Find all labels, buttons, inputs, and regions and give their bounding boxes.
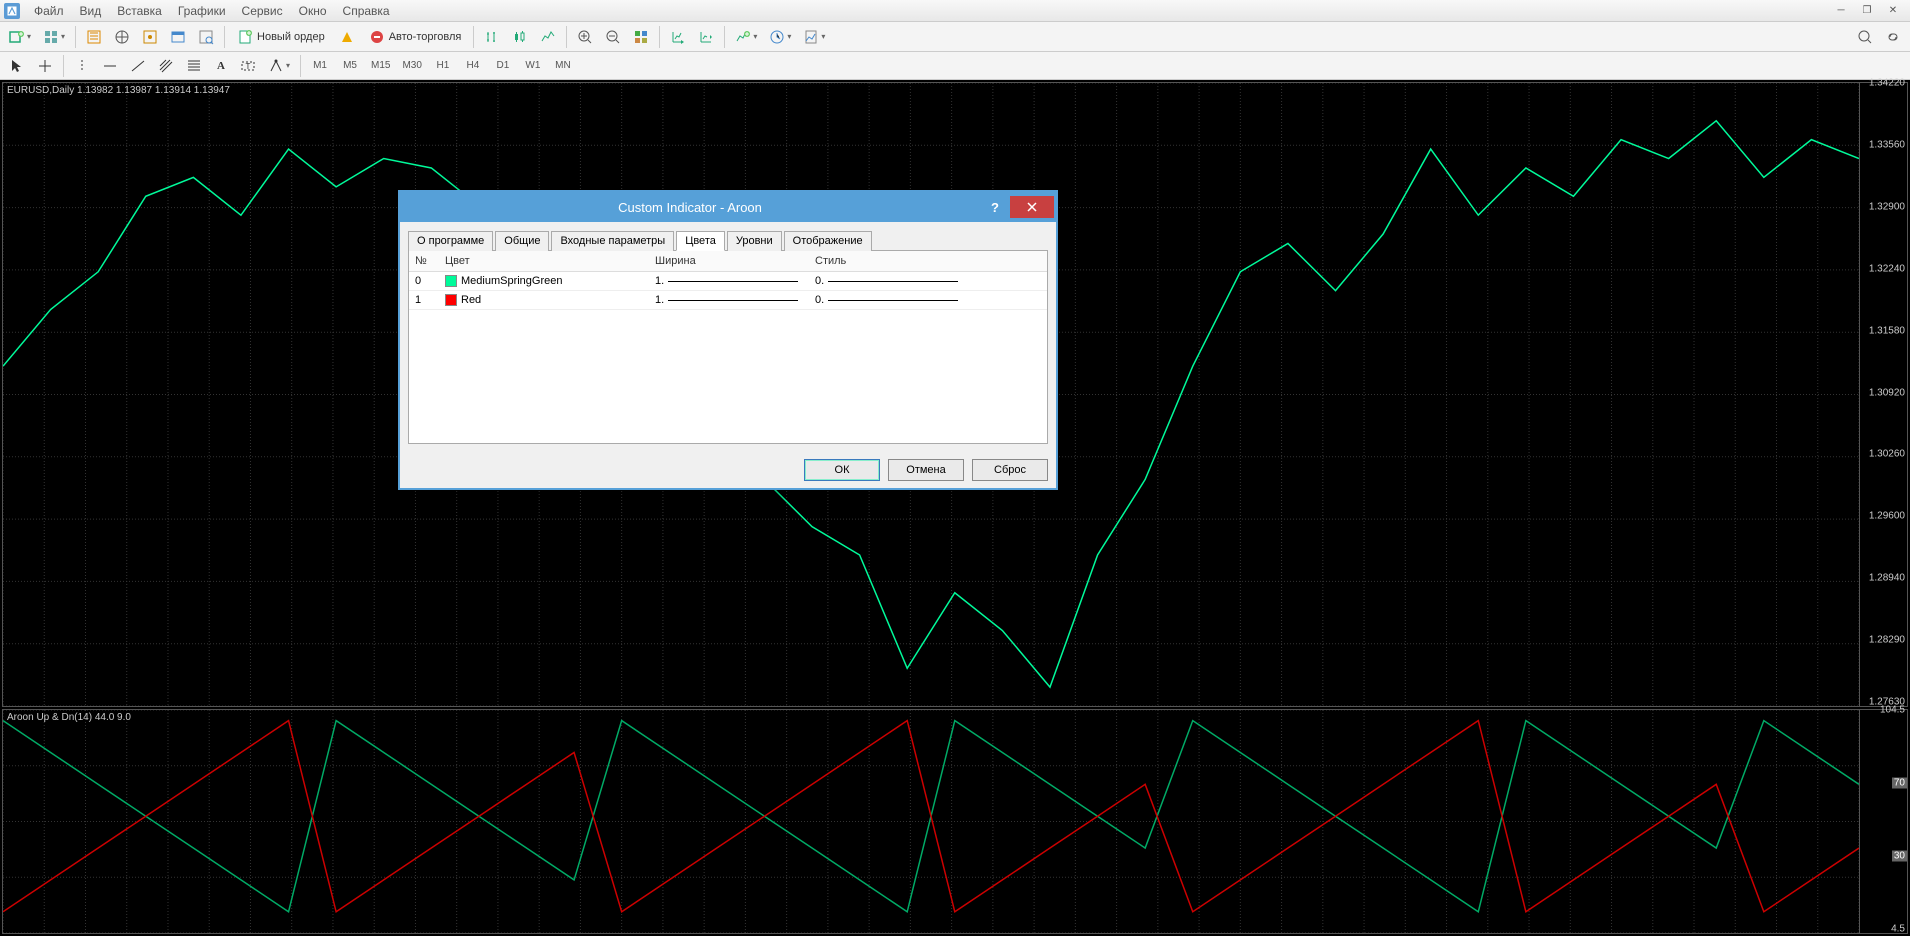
app-icon [4, 3, 20, 19]
trend-line-button[interactable] [125, 54, 151, 78]
colors-tab-content: № Цвет Ширина Стиль 0 MediumSpringGreen … [408, 250, 1048, 444]
candle-chart-button[interactable] [507, 25, 533, 49]
text-button[interactable]: A [209, 54, 233, 78]
chart-shift-button[interactable] [693, 25, 719, 49]
dialog-footer: ОК Отмена Сброс [400, 452, 1056, 488]
indicators-button[interactable]: ▾ [730, 25, 762, 49]
main-toolbar: ▾ ▾ Новый ордер Авто-торговля ▾ ▾ ▾ [0, 22, 1910, 52]
line-chart-button[interactable] [535, 25, 561, 49]
dialog-tabs: О программе Общие Входные параметры Цвет… [408, 230, 1048, 250]
col-style[interactable]: Стиль [809, 251, 1047, 272]
periodicity-button[interactable]: ▾ [764, 25, 796, 49]
main-chart-label: EURUSD,Daily 1.13982 1.13987 1.13914 1.1… [7, 85, 230, 96]
tab-levels[interactable]: Уровни [727, 231, 782, 251]
navigator-button[interactable] [109, 25, 135, 49]
fibonacci-button[interactable] [181, 54, 207, 78]
profiles-button[interactable]: ▾ [38, 25, 70, 49]
menu-service[interactable]: Сервис [234, 2, 291, 20]
market-watch-button[interactable] [81, 25, 107, 49]
autotrading-button[interactable]: Авто-торговля [362, 25, 469, 49]
indicator-chart-label: Aroon Up & Dn(14) 44.0 9.0 [7, 712, 131, 723]
terminal-button[interactable] [165, 25, 191, 49]
search-icon[interactable] [1852, 25, 1878, 49]
help-button[interactable]: ? [980, 196, 1010, 218]
new-order-button[interactable]: Новый ордер [230, 25, 332, 49]
equidistant-button[interactable] [153, 54, 179, 78]
timeframe-mn[interactable]: MN [549, 55, 577, 77]
zoom-in-button[interactable] [572, 25, 598, 49]
timeframe-d1[interactable]: D1 [489, 55, 517, 77]
auto-scroll-button[interactable] [665, 25, 691, 49]
text-label-button[interactable]: T [235, 54, 261, 78]
timeframe-m15[interactable]: M15 [366, 55, 395, 77]
reset-button[interactable]: Сброс [972, 459, 1048, 481]
draw-toolbar: A T ▾ M1 M5 M15 M30 H1 H4 D1 W1 MN [0, 52, 1910, 80]
dialog-title: Custom Indicator - Aroon [400, 200, 980, 215]
menu-charts[interactable]: Графики [170, 2, 234, 20]
bar-chart-button[interactable] [479, 25, 505, 49]
timeframe-m5[interactable]: M5 [336, 55, 364, 77]
autotrading-label: Авто-торговля [389, 31, 462, 43]
horizontal-line-button[interactable] [97, 54, 123, 78]
new-chart-button[interactable]: ▾ [4, 25, 36, 49]
menu-window[interactable]: Окно [291, 2, 335, 20]
tile-windows-button[interactable] [628, 25, 654, 49]
strategy-tester-button[interactable] [193, 25, 219, 49]
menu-help[interactable]: Справка [335, 2, 398, 20]
svg-text:T: T [246, 62, 251, 71]
indicator-dialog: Custom Indicator - Aroon ? О программе О… [398, 190, 1058, 490]
tab-inputs[interactable]: Входные параметры [551, 231, 674, 251]
close-icon[interactable] [1010, 196, 1054, 218]
menu-file[interactable]: Файл [26, 2, 72, 20]
timeframe-w1[interactable]: W1 [519, 55, 547, 77]
vertical-line-button[interactable] [69, 54, 95, 78]
timeframe-h1[interactable]: H1 [429, 55, 457, 77]
col-color[interactable]: Цвет [439, 251, 649, 272]
indicator-chart[interactable]: Aroon Up & Dn(14) 44.0 9.0 104.570304.5 [2, 709, 1908, 934]
col-index[interactable]: № [409, 251, 439, 272]
table-row[interactable]: 1 Red 1. 0. [409, 291, 1047, 310]
data-window-button[interactable] [137, 25, 163, 49]
menu-insert[interactable]: Вставка [109, 2, 170, 20]
crosshair-button[interactable] [32, 54, 58, 78]
timeframe-m1[interactable]: M1 [306, 55, 334, 77]
menu-bar: Файл Вид Вставка Графики Сервис Окно Спр… [0, 0, 1910, 22]
zoom-out-button[interactable] [600, 25, 626, 49]
objects-button[interactable]: ▾ [263, 54, 295, 78]
timeframe-h4[interactable]: H4 [459, 55, 487, 77]
templates-button[interactable]: ▾ [798, 25, 830, 49]
tab-colors[interactable]: Цвета [676, 231, 725, 251]
price-scale: 1.342201.335601.329001.322401.315801.309… [1859, 83, 1907, 706]
link-icon[interactable] [1880, 25, 1906, 49]
close-button[interactable]: ✕ [1880, 2, 1906, 20]
metaquotes-button[interactable] [334, 25, 360, 49]
dialog-titlebar[interactable]: Custom Indicator - Aroon ? [400, 192, 1056, 222]
menu-view[interactable]: Вид [72, 2, 110, 20]
cursor-button[interactable] [4, 54, 30, 78]
tab-common[interactable]: Общие [495, 231, 549, 251]
new-order-label: Новый ордер [257, 31, 325, 43]
timeframe-m30[interactable]: M30 [397, 55, 426, 77]
col-width[interactable]: Ширина [649, 251, 809, 272]
tab-display[interactable]: Отображение [784, 231, 872, 251]
table-row[interactable]: 0 MediumSpringGreen 1. 0. [409, 272, 1047, 291]
ok-button[interactable]: ОК [804, 459, 880, 481]
minimize-button[interactable]: ─ [1828, 2, 1854, 20]
tab-about[interactable]: О программе [408, 231, 493, 251]
indicator-scale: 104.570304.5 [1859, 710, 1907, 933]
maximize-button[interactable]: ❐ [1854, 2, 1880, 20]
colors-table: № Цвет Ширина Стиль 0 MediumSpringGreen … [409, 251, 1047, 310]
cancel-button[interactable]: Отмена [888, 459, 964, 481]
